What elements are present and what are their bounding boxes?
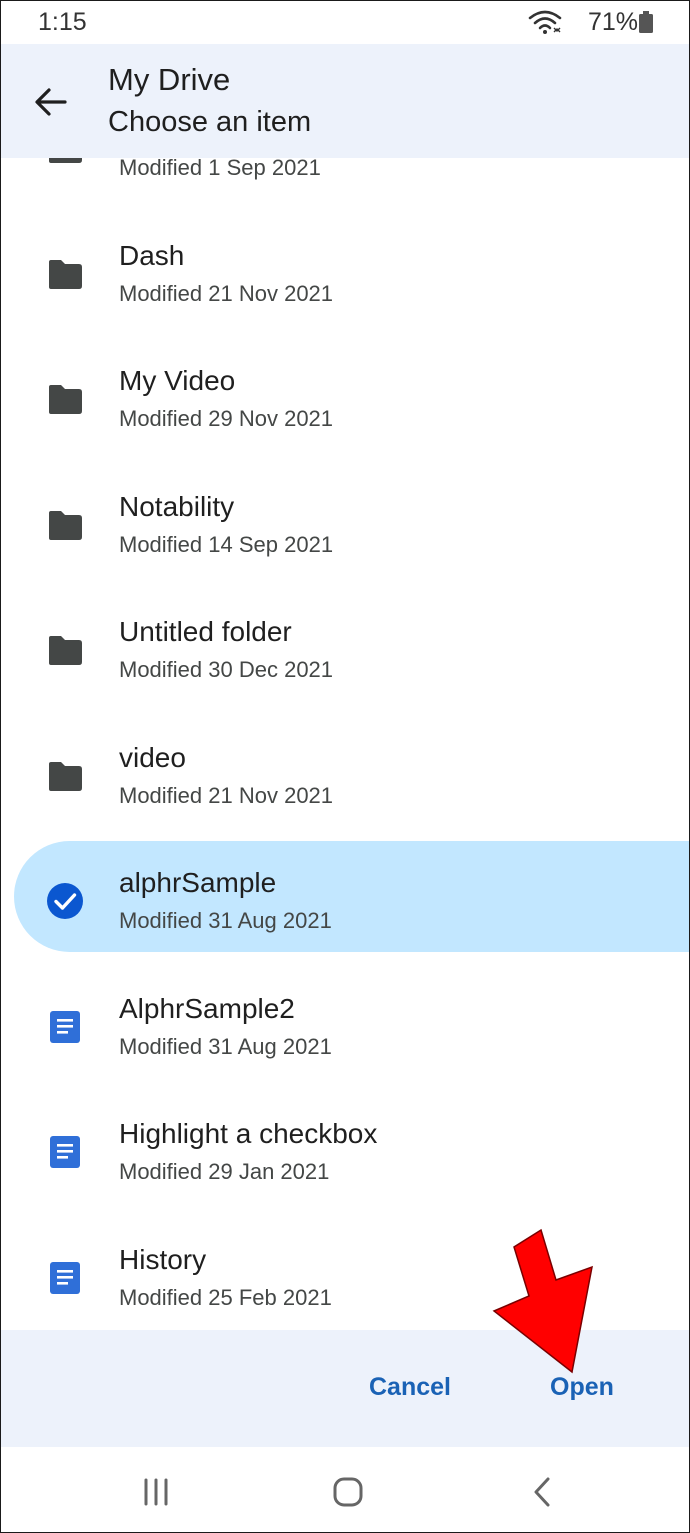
header-subtitle: Choose an item	[108, 106, 312, 138]
item-icon	[45, 505, 85, 545]
status-time: 1:15	[38, 8, 87, 36]
back-button[interactable]	[26, 80, 74, 124]
item-icon	[45, 1258, 85, 1298]
folder-list-item[interactable]: Notability Modified 14 Sep 2021	[0, 463, 690, 589]
item-icon	[45, 254, 85, 294]
status-bar: 1:15 71%	[0, 0, 690, 44]
item-modified: Modified 25 Feb 2021	[119, 1284, 332, 1310]
file-list-item[interactable]: AlphrSample2 Modified 31 Aug 2021	[0, 965, 690, 1091]
folder-icon	[49, 636, 82, 665]
check-circle-icon	[47, 883, 83, 919]
folder-list-item[interactable]: My Video Modified 29 Nov 2021	[0, 337, 690, 463]
file-list-item[interactable]: alphrSample Modified 31 Aug 2021	[0, 839, 690, 965]
item-name: Highlight a checkbox	[119, 1118, 378, 1149]
item-name: AlphrSample2	[119, 992, 295, 1024]
recents-button[interactable]	[136, 1472, 176, 1512]
item-modified: Modified 21 Nov 2021	[119, 280, 334, 306]
item-modified: Modified 29 Nov 2021	[119, 406, 334, 431]
folder-icon	[49, 158, 82, 163]
item-icon	[45, 756, 85, 796]
item-name: video	[119, 741, 186, 773]
selected-highlight	[14, 841, 690, 952]
item-modified: Modified 31 Aug 2021	[119, 908, 332, 933]
open-button[interactable]: Open	[550, 1373, 614, 1402]
item-name: History	[119, 1243, 207, 1275]
header-title: My Drive	[108, 62, 231, 97]
folder-icon	[49, 259, 82, 289]
folder-icon	[49, 761, 82, 791]
item-icon	[45, 1132, 85, 1172]
picker-header: My Drive Choose an item	[0, 44, 690, 158]
recents-icon	[144, 1478, 168, 1506]
cancel-button[interactable]: Cancel	[369, 1373, 451, 1402]
item-modified: Modified 30 Dec 2021	[119, 657, 334, 682]
chevron-left-icon	[534, 1477, 550, 1507]
item-name: Dash	[119, 239, 185, 271]
item-name: Notability	[119, 490, 235, 522]
system-nav-bar	[0, 1447, 690, 1533]
google-doc-icon	[50, 1261, 80, 1294]
system-back-button[interactable]	[522, 1472, 562, 1512]
item-icon	[45, 881, 85, 921]
item-icon	[45, 379, 85, 419]
folder-list-item[interactable]: Modified 1 Sep 2021	[0, 158, 690, 212]
folder-list-item[interactable]: video Modified 21 Nov 2021	[0, 714, 690, 840]
file-list-item[interactable]: Highlight a checkbox Modified 29 Jan 2021	[0, 1090, 690, 1216]
item-name: My Video	[119, 365, 236, 396]
google-doc-icon	[50, 1010, 80, 1043]
wifi-icon	[528, 10, 562, 34]
battery-percent: 71%	[588, 8, 639, 36]
google-doc-icon	[50, 1136, 80, 1168]
file-list[interactable]: Modified 1 Sep 2021 Dash Modified 21 Nov 2…	[0, 158, 690, 1330]
arrow-left-icon	[35, 88, 67, 116]
folder-icon	[49, 385, 82, 414]
home-button[interactable]	[328, 1472, 368, 1512]
battery-icon	[639, 11, 653, 33]
folder-list-item[interactable]: Untitled folder Modified 30 Dec 2021	[0, 588, 690, 714]
item-icon	[45, 1007, 85, 1047]
item-name: alphrSample	[119, 867, 277, 898]
item-modified: Modified 1 Sep 2021	[119, 158, 321, 180]
item-name: Untitled folder	[119, 616, 292, 647]
item-icon	[45, 158, 85, 168]
item-modified: Modified 29 Jan 2021	[119, 1159, 330, 1184]
folder-icon	[49, 510, 82, 540]
red-arrow-annotation	[492, 1228, 593, 1374]
item-modified: Modified 21 Nov 2021	[119, 782, 334, 808]
item-modified: Modified 14 Sep 2021	[119, 531, 334, 557]
home-icon	[333, 1477, 363, 1507]
folder-list-item[interactable]: Dash Modified 21 Nov 2021	[0, 212, 690, 338]
item-modified: Modified 31 Aug 2021	[119, 1033, 332, 1059]
item-icon	[45, 630, 85, 670]
